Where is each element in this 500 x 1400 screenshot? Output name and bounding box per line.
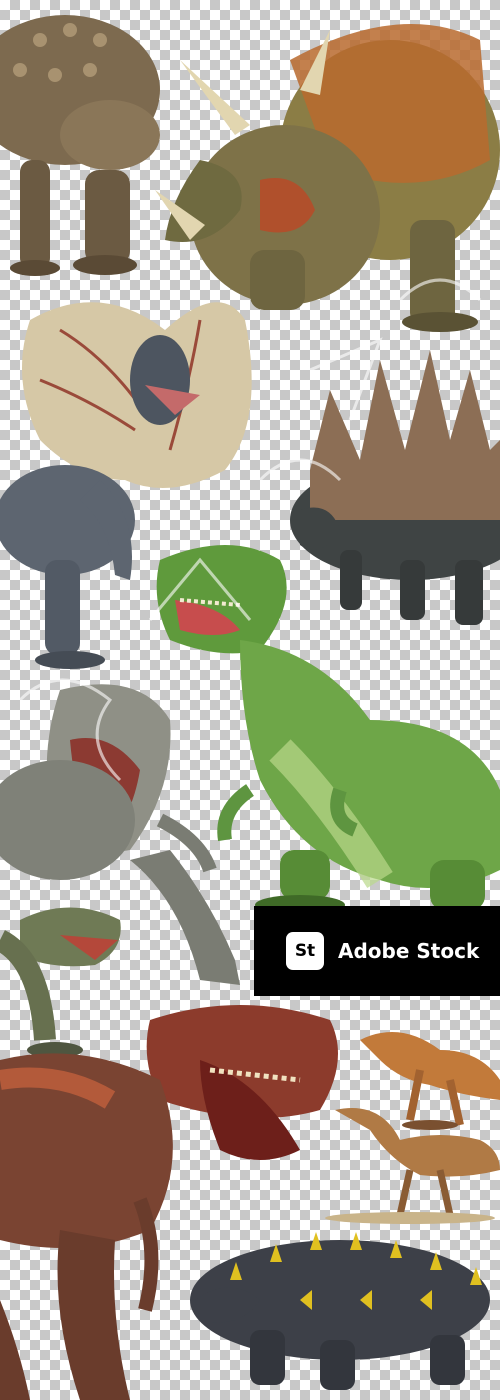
- velociraptor-figure: [360, 1032, 500, 1130]
- small-raptor-figure: [0, 907, 121, 1058]
- ankylosaurus-figure: [0, 15, 160, 276]
- triceratops-figure: [155, 24, 500, 332]
- spiked-ankylosaurus-figure: [190, 1232, 490, 1390]
- stegosaurus-figure: [290, 350, 500, 625]
- badge-label: Adobe Stock: [338, 939, 480, 963]
- adobe-stock-logo-icon: St: [286, 932, 324, 970]
- dinosaur-collage: [0, 0, 500, 1400]
- adobe-stock-badge: St Adobe Stock: [254, 906, 500, 996]
